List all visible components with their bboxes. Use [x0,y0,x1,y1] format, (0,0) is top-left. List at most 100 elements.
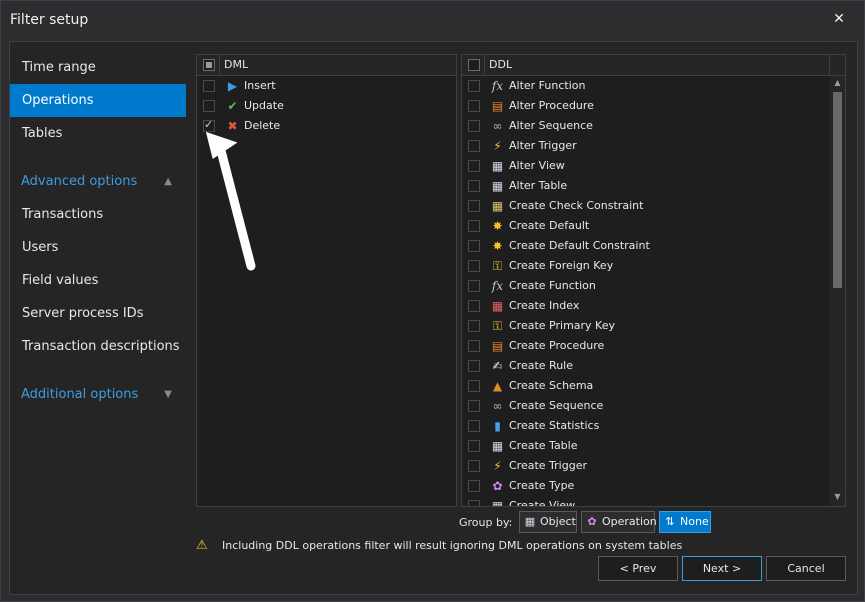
list-item-label: Create Check Constraint [509,199,644,212]
row-checkbox[interactable] [468,300,480,312]
list-item-label: Create Default Constraint [509,239,650,252]
row-checkbox[interactable] [468,260,480,272]
advanced-options-header[interactable]: Advanced options ▲ [10,165,186,198]
list-item-label: Create Index [509,299,580,312]
list-item[interactable]: ⚡ Alter Trigger [462,136,845,156]
group-by-none-button[interactable]: ⇅ None [659,511,711,533]
row-checkbox[interactable] [468,500,480,506]
row-checkbox[interactable] [468,280,480,292]
function-icon: fx [491,79,504,93]
row-checkbox[interactable] [468,480,480,492]
list-item-label: Create Sequence [509,399,604,412]
row-checkbox[interactable] [468,140,480,152]
rule-icon: ✍ [492,359,503,373]
list-item[interactable]: fx Create Function [462,276,845,296]
list-item-label: Alter Procedure [509,99,594,112]
column-separator [484,55,485,76]
list-item[interactable]: ▦ Alter View [462,156,845,176]
row-checkbox[interactable] [468,160,480,172]
advanced-options-label: Advanced options [21,174,138,189]
list-item[interactable]: ▦ Create Check Constraint [462,196,845,216]
view-icon: ▦ [491,499,504,507]
list-item[interactable]: ⚿ Create Primary Key [462,316,845,336]
list-item-label: Create Type [509,479,575,492]
ddl-select-all-checkbox[interactable] [468,59,480,71]
list-item[interactable]: ▤ Alter Procedure [462,96,845,116]
scroll-down-icon[interactable]: ▼ [830,492,845,504]
cancel-button[interactable]: Cancel [766,556,846,581]
list-item[interactable]: ∞ Create Sequence [462,396,845,416]
row-checkbox[interactable] [468,220,480,232]
operation-icon: ✿ [587,515,597,528]
list-item[interactable]: ▤ Create Procedure [462,336,845,356]
row-checkbox[interactable] [468,100,480,112]
filter-setup-dialog: Filter setup ✕ Time range Operations Tab… [0,0,865,602]
default-constraint-icon: ✸ [492,239,503,253]
list-item[interactable]: ✍ Create Rule [462,356,845,376]
row-checkbox[interactable] [468,80,480,92]
list-item[interactable]: ✸ Create Default [462,216,845,236]
ddl-scrollbar[interactable]: ▲ ▼ [830,76,845,506]
row-checkbox[interactable] [468,400,480,412]
list-item[interactable]: ✿ Create Type [462,476,845,496]
next-button[interactable]: Next > [682,556,762,581]
sidebar-item-operations[interactable]: Operations [10,84,186,117]
sidebar-item-transaction-descriptions[interactable]: Transaction descriptions [10,330,186,363]
list-item[interactable]: ✸ Create Default Constraint [462,236,845,256]
row-checkbox[interactable] [468,320,480,332]
row-checkbox[interactable] [468,240,480,252]
row-checkbox[interactable] [468,120,480,132]
trigger-icon: ⚡ [493,459,502,473]
row-checkbox[interactable] [468,460,480,472]
prev-button[interactable]: < Prev [598,556,678,581]
list-item[interactable]: ▦ Create Index [462,296,845,316]
list-item-label: Create Table [509,439,578,452]
row-checkbox[interactable] [468,440,480,452]
scroll-up-icon[interactable]: ▲ [830,78,845,90]
dml-select-all-checkbox[interactable] [203,59,215,71]
list-item[interactable]: ∞ Alter Sequence [462,116,845,136]
list-item[interactable]: ▦ Create Table [462,436,845,456]
list-item[interactable]: ✔ Update [197,96,456,116]
group-by-operation-label: Operation [602,515,657,528]
list-item-label: Alter Trigger [509,139,577,152]
update-checkbox[interactable] [203,100,215,112]
row-checkbox[interactable] [468,340,480,352]
default-icon: ✸ [492,219,503,233]
sidebar-item-tables[interactable]: Tables [10,117,186,150]
list-item-label: Create Primary Key [509,319,615,332]
sidebar-item-transactions[interactable]: Transactions [10,198,186,231]
additional-options-header[interactable]: Additional options ▼ [10,378,186,411]
close-icon[interactable]: ✕ [829,9,849,29]
list-item[interactable]: ▦ Alter Table [462,176,845,196]
sidebar-item-users[interactable]: Users [10,231,186,264]
sidebar-item-server-process-ids[interactable]: Server process IDs [10,297,186,330]
list-item[interactable]: ▶ Insert [197,76,456,96]
row-checkbox[interactable] [468,380,480,392]
table-icon: ▦ [491,179,504,193]
group-by-operation-button[interactable]: ✿ Operation [581,511,657,533]
index-icon: ▦ [491,299,504,313]
row-checkbox[interactable] [468,360,480,372]
list-item[interactable]: ▲ Create Schema [462,376,845,396]
row-checkbox[interactable] [468,180,480,192]
sidebar-item-field-values[interactable]: Field values [10,264,186,297]
list-item[interactable]: fx Alter Function [462,76,845,96]
list-item[interactable]: ▮ Create Statistics [462,416,845,436]
function-icon: fx [491,279,504,293]
scroll-thumb[interactable] [833,92,842,288]
list-item[interactable]: ▦ Create View [462,496,845,507]
group-by-object-button[interactable]: ▦ Object [519,511,577,533]
list-item[interactable]: ⚡ Create Trigger [462,456,845,476]
check-constraint-icon: ▦ [491,199,504,213]
list-item-label: Alter Sequence [509,119,593,132]
row-checkbox[interactable] [468,200,480,212]
dml-header-label: DML [224,58,249,71]
list-item-label: Insert [244,79,276,92]
sidebar-item-time-range[interactable]: Time range [10,51,186,84]
insert-checkbox[interactable] [203,80,215,92]
list-item[interactable]: ⚿ Create Foreign Key [462,256,845,276]
trigger-icon: ⚡ [493,139,502,153]
group-by-object-label: Object [540,515,576,528]
row-checkbox[interactable] [468,420,480,432]
